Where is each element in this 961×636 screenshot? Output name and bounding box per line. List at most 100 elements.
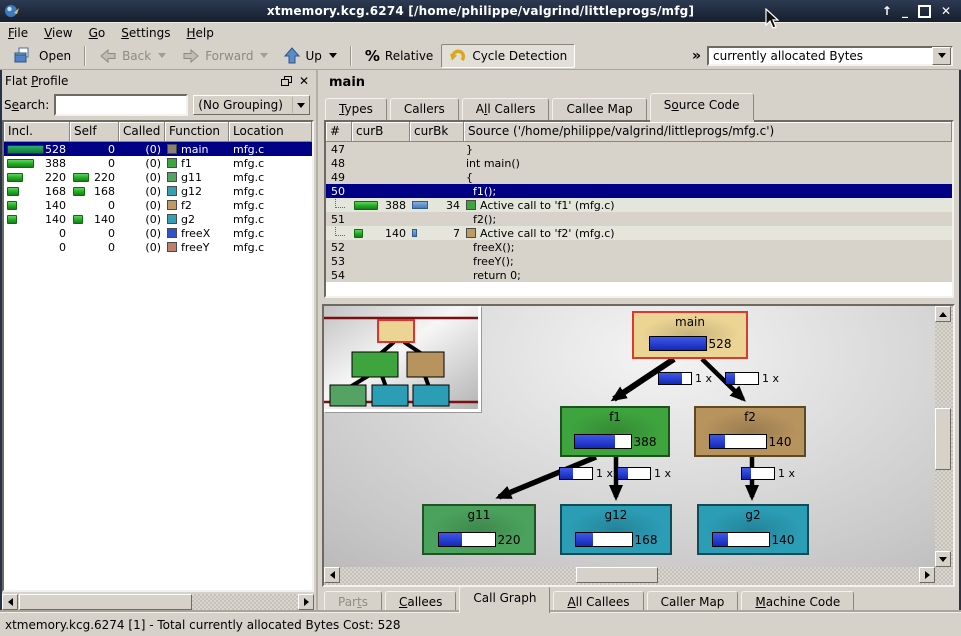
toolbar-overflow-button[interactable]: » (686, 48, 707, 64)
source-column-header[interactable]: # (326, 122, 352, 142)
node-cost-bar (575, 532, 633, 547)
event-type-dropdown-button[interactable] (932, 47, 951, 65)
source-line-row[interactable]: 51 f2(); (326, 212, 952, 226)
column-header-function[interactable]: Function (165, 122, 229, 142)
table-row[interactable]: 00(0)freeYmfg.c (4, 240, 312, 254)
forward-button[interactable]: Forward (174, 44, 276, 68)
back-dropdown-icon[interactable] (158, 53, 166, 58)
tab-call-graph[interactable]: Call Graph (459, 586, 550, 613)
open-label: Open (39, 49, 71, 63)
table-row[interactable]: 00(0)freeXmfg.c (4, 226, 312, 240)
cycle-detection-button[interactable]: Cycle Detection (441, 44, 575, 68)
column-header-location[interactable]: Location (229, 122, 312, 142)
graph-node-f1[interactable]: f1388 (560, 406, 670, 457)
source-line-row[interactable]: 47} (326, 142, 952, 156)
table-row[interactable]: 5280(0)mainmfg.c (4, 142, 312, 156)
source-line-row[interactable]: 53 freeY(); (326, 254, 952, 268)
menu-go[interactable]: Go (81, 24, 114, 42)
dock-float-icon[interactable] (281, 76, 292, 86)
source-column-header[interactable]: curB (352, 122, 410, 142)
relative-button[interactable]: % Relative (357, 43, 441, 69)
block-bar-icon (412, 201, 428, 209)
window-title: xtmemory.kcg.6274 [/home/philippe/valgri… (0, 4, 961, 18)
call-graph-canvas[interactable]: main528f1388f2140g11220g12168g2140 1 x1 … (324, 306, 935, 567)
column-header-incl[interactable]: Incl. (4, 122, 70, 142)
search-input[interactable] (54, 94, 188, 116)
source-line-row[interactable]: 50 f1(); (326, 184, 952, 198)
grouping-select[interactable]: (No Grouping) (193, 95, 310, 115)
graph-overview-minimap[interactable] (324, 306, 481, 412)
scroll-right-button[interactable] (298, 594, 314, 610)
tab-machine-code[interactable]: Machine Code (741, 591, 854, 613)
node-label: g12 (562, 506, 670, 522)
scroll-left-button[interactable] (2, 594, 18, 610)
close-button[interactable]: ✕ (941, 5, 951, 17)
column-header-called[interactable]: Called (119, 122, 165, 142)
menu-settings[interactable]: Settings (113, 24, 178, 42)
forward-dropdown-icon[interactable] (260, 53, 268, 58)
scroll-thumb[interactable] (576, 567, 658, 583)
tab-callee-map[interactable]: Callee Map (552, 98, 646, 120)
graph-vscrollbar[interactable] (935, 306, 953, 567)
event-type-select[interactable]: currently allocated Bytes (707, 46, 953, 66)
tab-all-callers[interactable]: All Callers (462, 98, 550, 120)
graph-hscrollbar[interactable] (324, 567, 935, 585)
source-line-row[interactable]: 48int main() (326, 156, 952, 170)
graph-node-main[interactable]: main528 (632, 311, 748, 359)
source-line-row[interactable]: 54 return 0; (326, 268, 952, 282)
source-column-header[interactable]: Source ('/home/philippe/valgrind/littlep… (464, 122, 952, 142)
scroll-down-button[interactable] (935, 551, 951, 567)
block-bar-icon (412, 229, 417, 237)
visualization-tabs: PartsCalleesCall GraphAll CalleesCaller … (324, 589, 857, 613)
source-line-row[interactable]: 52 freeX(); (326, 240, 952, 254)
function-color-icon (167, 144, 177, 154)
menu-view[interactable]: View (36, 24, 80, 42)
up-button[interactable]: Up (276, 43, 344, 68)
tab-source-code[interactable]: Source Code (650, 93, 754, 120)
source-cost-row[interactable]: 38834Active call to 'f1' (mfg.c) (326, 198, 952, 212)
graph-node-g2[interactable]: g2140 (697, 504, 809, 555)
source-column-header[interactable]: curBk (410, 122, 464, 142)
tab-callers[interactable]: Callers (390, 98, 459, 120)
source-line-row[interactable]: 49{ (326, 170, 952, 184)
tab-callees[interactable]: Callees (385, 591, 456, 613)
graph-node-g12[interactable]: g12168 (560, 504, 672, 555)
source-cost-row[interactable]: 1407Active call to 'f2' (mfg.c) (326, 226, 952, 240)
table-row[interactable]: 168168(0)g12mfg.c (4, 184, 312, 198)
shade-button[interactable]: ↑ (882, 5, 892, 17)
tab-types[interactable]: Types (325, 98, 387, 120)
tab-all-callees[interactable]: All Callees (553, 591, 643, 613)
minimize-button[interactable]: _ (902, 5, 908, 17)
scroll-left-button[interactable] (324, 567, 340, 583)
back-button[interactable]: Back (91, 44, 174, 68)
flat-profile-hscrollbar[interactable] (2, 594, 314, 610)
open-button[interactable]: Open (6, 43, 79, 68)
percent-icon: % (365, 47, 380, 65)
column-header-self[interactable]: Self (70, 122, 119, 142)
table-row[interactable]: 3880(0)f1mfg.c (4, 156, 312, 170)
menu-help[interactable]: Help (178, 24, 221, 42)
cost-bar-icon (7, 215, 17, 224)
table-row[interactable]: 140140(0)g2mfg.c (4, 212, 312, 226)
statusbar: xtmemory.kcg.6274 [1] - Total currently … (0, 612, 961, 636)
cost-bar-icon (73, 187, 85, 196)
scroll-right-button[interactable] (919, 567, 935, 583)
grouping-dropdown-button[interactable] (292, 97, 309, 113)
scroll-thumb[interactable] (19, 594, 192, 610)
maximize-button[interactable] (918, 5, 931, 18)
dock-close-icon[interactable]: ✕ (299, 76, 309, 86)
table-row[interactable]: 1400(0)f2mfg.c (4, 198, 312, 212)
scroll-up-button[interactable] (935, 306, 951, 322)
edge-cost-label: 1 x (559, 467, 613, 480)
up-dropdown-icon[interactable] (329, 53, 337, 58)
kcachegrind-window: xtmemory.kcg.6274 [/home/philippe/valgri… (0, 0, 961, 636)
function-color-icon (167, 158, 177, 168)
table-row[interactable]: 220220(0)g11mfg.c (4, 170, 312, 184)
graph-node-f2[interactable]: f2140 (694, 406, 806, 457)
tree-branch-icon (335, 227, 345, 236)
menu-file[interactable]: File (0, 24, 36, 42)
scroll-thumb[interactable] (935, 408, 951, 470)
toolbar-separator (84, 46, 86, 66)
graph-node-g11[interactable]: g11220 (422, 504, 536, 555)
tab-caller-map[interactable]: Caller Map (647, 591, 739, 613)
